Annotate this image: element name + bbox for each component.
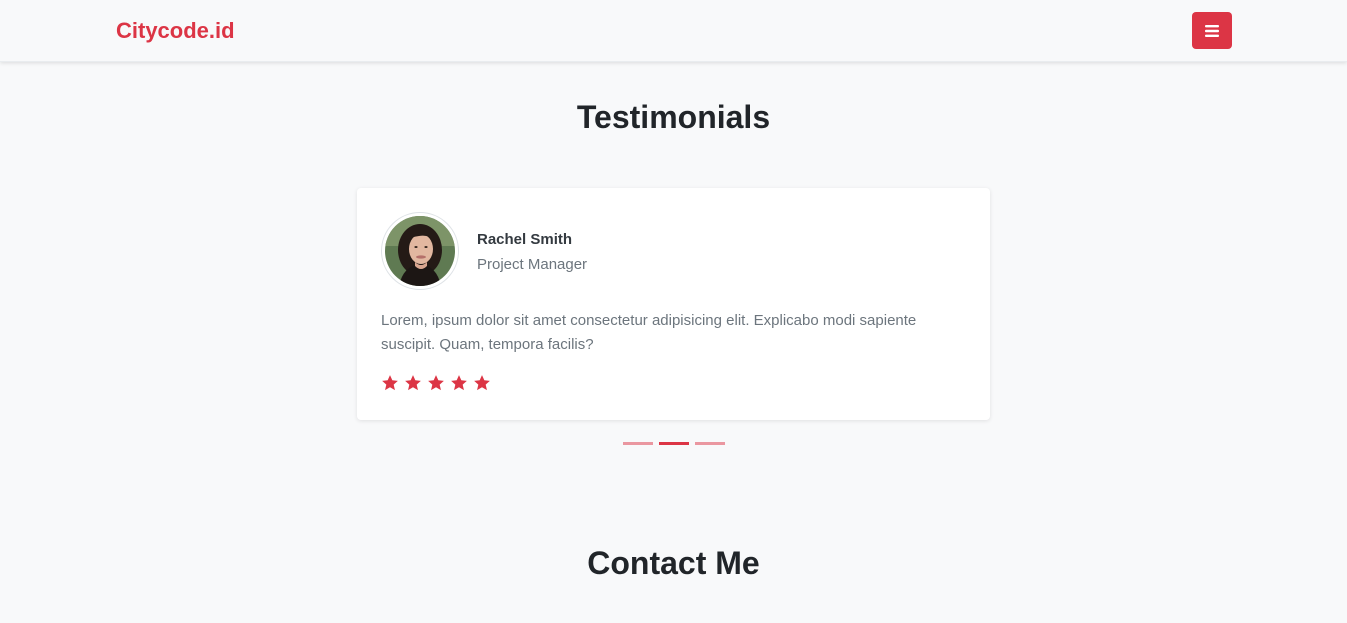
avatar-frame [381,212,459,290]
star-icon [405,375,421,391]
testimonial-name: Rachel Smith [477,231,573,248]
testimonial-text: Lorem, ipsum dolor sit amet consectetur … [381,312,917,353]
carousel-indicator[interactable] [695,442,725,445]
testimonial-role: Project Manager [477,256,588,273]
testimonials-title: Testimonials [576,99,771,135]
testimonial-card: Rachel Smith Project Manager Lorem, ipsu… [357,188,990,420]
star-icon [382,375,398,391]
navbar: Citycode.id [0,0,1347,62]
brand-link[interactable]: Citycode.id [116,18,235,44]
hamburger-menu-icon [1205,24,1219,37]
star-icon [428,375,444,391]
carousel-indicator[interactable] [623,442,653,445]
avatar [385,216,455,286]
carousel-indicators [623,442,725,445]
navbar-toggler-button[interactable] [1192,12,1232,49]
contact-title: Contact Me [587,545,760,581]
carousel-indicator[interactable] [659,442,689,445]
star-icon [474,375,490,391]
star-icon [451,375,467,391]
rating-stars [381,374,491,392]
